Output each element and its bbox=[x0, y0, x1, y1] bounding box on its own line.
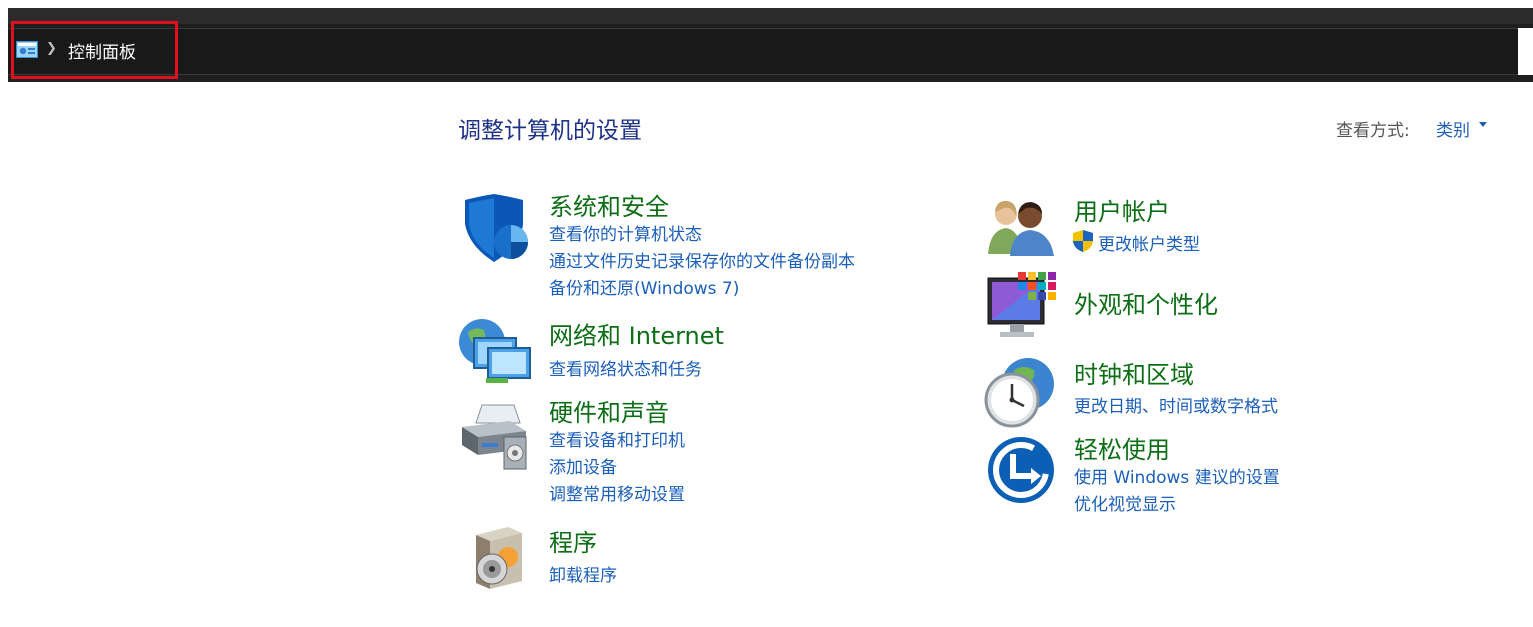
link-network-status[interactable]: 查看网络状态和任务 bbox=[549, 355, 702, 380]
window-top-edge bbox=[0, 0, 1533, 8]
link-change-account-type[interactable]: 更改帐户类型 bbox=[1098, 230, 1200, 255]
caret-down-icon[interactable] bbox=[1479, 122, 1487, 127]
category-clock-region[interactable]: 时钟和区域 bbox=[1074, 355, 1194, 390]
link-view-computer-status[interactable]: 查看你的计算机状态 bbox=[549, 220, 702, 245]
shield-icon[interactable] bbox=[461, 194, 531, 264]
link-change-date-time-format[interactable]: 更改日期、时间或数字格式 bbox=[1074, 392, 1278, 417]
category-network-internet[interactable]: 网络和 Internet bbox=[549, 316, 724, 351]
category-hardware-sound[interactable]: 硬件和声音 bbox=[549, 393, 669, 428]
address-bar[interactable] bbox=[8, 28, 1526, 75]
title-bar-band bbox=[8, 8, 1533, 24]
view-by-dropdown[interactable]: 类别 bbox=[1436, 116, 1470, 141]
appearance-monitor-icon[interactable] bbox=[986, 272, 1058, 342]
clock-globe-icon[interactable] bbox=[984, 356, 1056, 428]
category-appearance-personalization[interactable]: 外观和个性化 bbox=[1074, 285, 1218, 320]
category-programs[interactable]: 程序 bbox=[549, 523, 597, 558]
title-bar bbox=[8, 8, 1533, 82]
printer-icon[interactable] bbox=[460, 403, 532, 471]
page-title: 调整计算机的设置 bbox=[458, 118, 642, 144]
category-ease-of-access[interactable]: 轻松使用 bbox=[1074, 430, 1170, 465]
window-right-edge bbox=[1518, 28, 1533, 75]
ease-of-access-icon[interactable] bbox=[987, 436, 1055, 504]
link-recommended-settings[interactable]: 使用 Windows 建议的设置 bbox=[1074, 463, 1280, 488]
link-optimize-visual-display[interactable]: 优化视觉显示 bbox=[1074, 490, 1176, 515]
users-icon[interactable] bbox=[986, 196, 1056, 256]
category-user-accounts[interactable]: 用户帐户 bbox=[1074, 192, 1170, 227]
link-uninstall-program[interactable]: 卸载程序 bbox=[549, 561, 617, 586]
network-globe-icon[interactable] bbox=[458, 316, 534, 388]
uac-shield-icon bbox=[1073, 230, 1093, 252]
link-file-history[interactable]: 通过文件历史记录保存你的文件备份副本 bbox=[549, 247, 855, 272]
view-by-label: 查看方式: bbox=[1336, 121, 1410, 141]
breadcrumb-highlight-box bbox=[11, 21, 178, 79]
link-backup-restore[interactable]: 备份和还原(Windows 7) bbox=[549, 274, 739, 299]
category-system-security[interactable]: 系统和安全 bbox=[549, 187, 669, 222]
link-devices-printers[interactable]: 查看设备和打印机 bbox=[549, 426, 685, 451]
programs-disc-icon[interactable] bbox=[470, 525, 526, 591]
link-add-device[interactable]: 添加设备 bbox=[549, 453, 617, 478]
link-mobility-settings[interactable]: 调整常用移动设置 bbox=[549, 480, 685, 505]
